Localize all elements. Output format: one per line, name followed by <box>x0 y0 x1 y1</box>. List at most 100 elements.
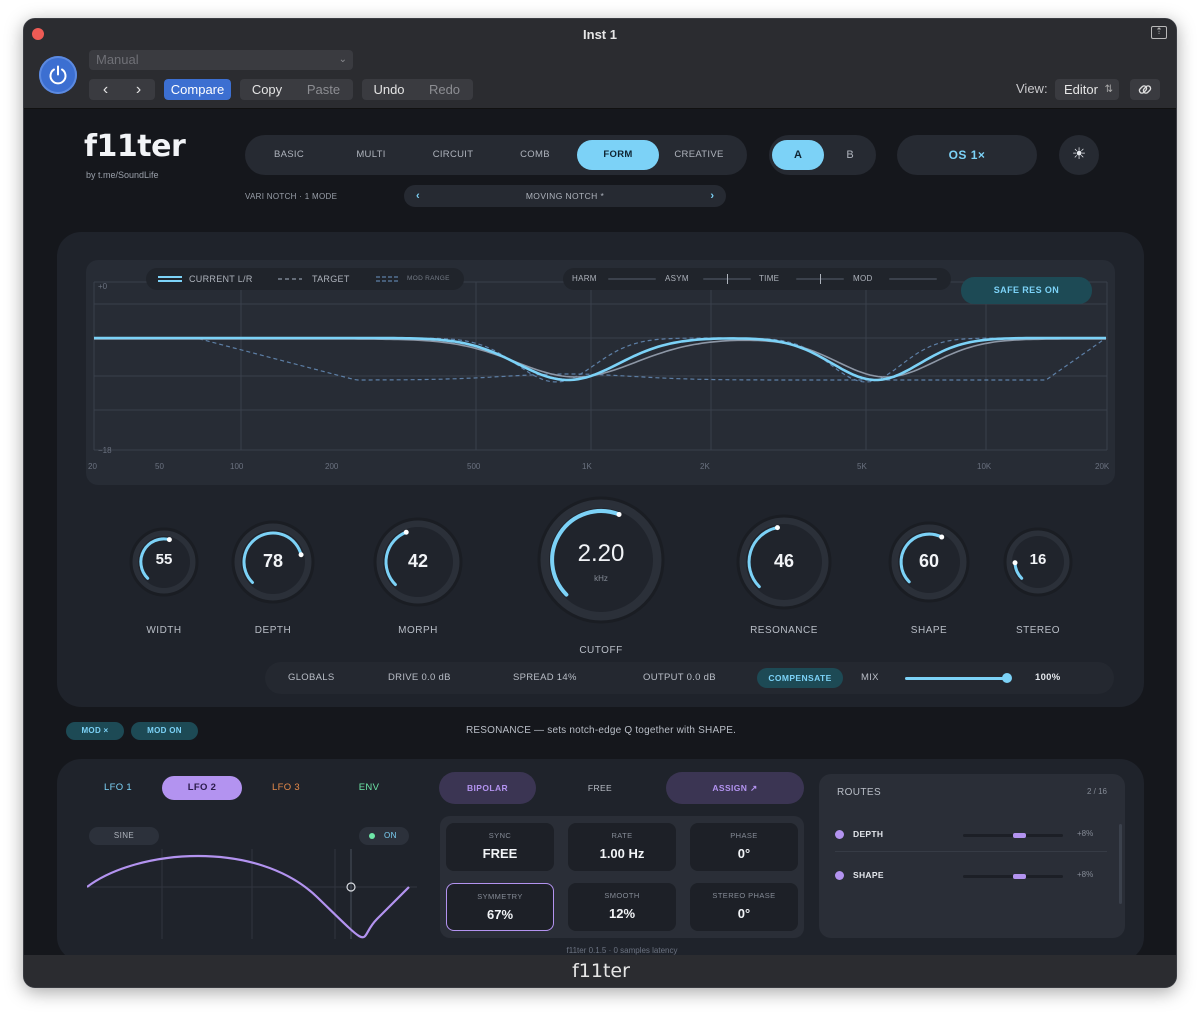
route-amount: +8% <box>1077 829 1094 838</box>
hint-text: RESONANCE — sets notch-edge Q together w… <box>465 725 737 736</box>
mix-slider-thumb[interactable] <box>1002 673 1012 683</box>
rate-cell[interactable]: RATE 1.00 Hz <box>568 823 676 871</box>
legend-current: CURRENT L/R <box>189 274 253 284</box>
version-info: f11ter 0.1.5 · 0 samples latency <box>566 946 678 955</box>
lfo-on-toggle[interactable]: ON <box>359 827 409 845</box>
param-asym-thumb[interactable] <box>727 274 728 284</box>
tab-creative[interactable]: CREATIVE <box>658 140 740 170</box>
safe-res-toggle[interactable]: SAFE RES ON <box>961 277 1092 304</box>
morph-label: MORPH <box>398 625 438 636</box>
undo-redo-group: Undo Redo <box>362 79 473 100</box>
route-name: DEPTH <box>853 829 884 839</box>
compare-button[interactable]: Compare <box>164 79 231 100</box>
preset-nav-group: ‹ › <box>89 79 155 100</box>
symmetry-value: 67% <box>486 907 514 922</box>
smooth-value: 12% <box>608 906 636 921</box>
drive-control[interactable]: DRIVE 0.0 dB <box>388 662 451 694</box>
power-button[interactable] <box>39 56 77 94</box>
undo-button[interactable]: Undo <box>362 79 416 100</box>
routes-count: 2 / 16 <box>1086 787 1107 796</box>
sub-header: VARI NOTCH · 1 MODE <box>245 192 338 201</box>
waveform-select[interactable]: SINE <box>89 827 159 845</box>
plugin-logo: f11ter <box>84 129 186 164</box>
paste-button[interactable]: Paste <box>294 79 353 100</box>
depth-value: 78 <box>262 551 284 571</box>
phase-cell[interactable]: PHASE 0° <box>690 823 798 871</box>
tab-env[interactable]: ENV <box>329 776 409 800</box>
width-label: WIDTH <box>146 625 182 636</box>
cutoff-unit: kHz <box>594 574 608 583</box>
chevron-right-icon[interactable]: › <box>710 185 714 207</box>
tab-lfo-2[interactable]: LFO 2 <box>162 776 242 800</box>
resonance-value: 46 <box>773 551 795 571</box>
tab-comb[interactable]: COMB <box>494 140 576 170</box>
view-select[interactable]: Editor ⇅ <box>1055 79 1119 100</box>
chevron-down-icon: ⌄ <box>338 54 347 65</box>
mod-range-upper-curve <box>94 337 1106 383</box>
notch-preset-label: MOVING NOTCH * <box>525 191 605 201</box>
slot-b-button[interactable]: B <box>827 140 873 170</box>
route-shape[interactable]: SHAPE +8% <box>835 866 1115 886</box>
stereo-label: STEREO <box>1015 625 1061 636</box>
stereo-phase-label: STEREO PHASE <box>712 891 776 900</box>
redo-button[interactable]: Redo <box>416 79 473 100</box>
next-preset-button[interactable]: › <box>122 79 155 100</box>
compensate-button[interactable]: COMPENSATE <box>757 668 843 688</box>
tab-basic[interactable]: BASIC <box>248 140 330 170</box>
sync-cell[interactable]: SYNC FREE <box>446 823 554 871</box>
free-toggle[interactable]: FREE <box>553 772 647 804</box>
symmetry-cell[interactable]: SYMMETRY 67% <box>446 883 554 931</box>
tab-multi[interactable]: MULTI <box>330 140 412 170</box>
title-bar: Inst 1 ⇡ Manual ⌄ ‹ › Compare Copy Paste… <box>24 19 1176 109</box>
graph-grid <box>93 281 1108 451</box>
tab-form[interactable]: FORM <box>577 140 659 170</box>
theme-toggle-button[interactable]: ☀ <box>1059 135 1099 175</box>
bipolar-toggle[interactable]: BIPOLAR <box>439 772 536 804</box>
legend-target: TARGET <box>312 274 350 284</box>
main-panel: CURRENT L/R TARGET MOD RANGE HARM ASYM T… <box>57 232 1144 707</box>
copy-button[interactable]: Copy <box>240 79 294 100</box>
spread-control[interactable]: SPREAD 14% <box>513 662 577 694</box>
lfo-on-label: ON <box>384 831 397 840</box>
plugin-byline: by t.me/SoundLife <box>86 170 159 180</box>
route-depth[interactable]: DEPTH +8% <box>835 825 1115 845</box>
param-time-label: TIME <box>759 274 780 283</box>
legend-mod-range: MOD RANGE <box>407 275 450 282</box>
lfo-waveform-display[interactable] <box>87 849 417 939</box>
sun-icon: ☀ <box>1071 146 1087 163</box>
link-button[interactable] <box>1130 79 1160 100</box>
route-amount: +8% <box>1077 870 1094 879</box>
slot-a-button[interactable]: A <box>772 140 824 170</box>
smooth-label: SMOOTH <box>604 891 640 900</box>
stereo-phase-cell[interactable]: STEREO PHASE 0° <box>690 883 798 931</box>
routes-title: ROUTES <box>837 787 882 798</box>
param-mod-slider[interactable] <box>889 278 937 280</box>
preset-select[interactable]: Manual ⌄ <box>89 50 353 70</box>
power-icon <box>49 65 67 85</box>
freq-tick-label: 50 <box>155 462 164 471</box>
freq-tick-label: 20 <box>88 462 97 471</box>
param-time-thumb[interactable] <box>820 274 821 284</box>
tab-lfo-3[interactable]: LFO 3 <box>246 776 326 800</box>
globals-bar: GLOBALS DRIVE 0.0 dB SPREAD 14% OUTPUT 0… <box>265 662 1114 694</box>
phase-label: PHASE <box>730 831 758 840</box>
preset-value: Manual <box>96 52 139 67</box>
mix-slider[interactable] <box>905 677 1008 680</box>
updown-chevron-icon: ⇅ <box>1104 84 1113 95</box>
prev-preset-button[interactable]: ‹ <box>89 79 122 100</box>
sync-value: FREE <box>482 846 518 861</box>
freq-tick-label: 100 <box>230 462 244 471</box>
smooth-cell[interactable]: SMOOTH 12% <box>568 883 676 931</box>
routes-scrollbar[interactable] <box>1119 824 1122 904</box>
tab-lfo-1[interactable]: LFO 1 <box>78 776 158 800</box>
assign-button[interactable]: ASSIGN ↗ <box>666 772 804 804</box>
frequency-response-graph[interactable]: CURRENT L/R TARGET MOD RANGE HARM ASYM T… <box>86 260 1115 485</box>
mod-range-legend-swatch <box>376 276 398 282</box>
view-label: View: <box>1016 81 1048 96</box>
freq-tick-label: 5K <box>857 462 867 471</box>
oversampling-button[interactable]: OS 1× <box>897 135 1037 175</box>
param-harm-slider[interactable] <box>608 278 656 280</box>
expand-icon[interactable]: ⇡ <box>1151 26 1167 39</box>
tab-circuit[interactable]: CIRCUIT <box>412 140 494 170</box>
output-control[interactable]: OUTPUT 0.0 dB <box>643 662 716 694</box>
